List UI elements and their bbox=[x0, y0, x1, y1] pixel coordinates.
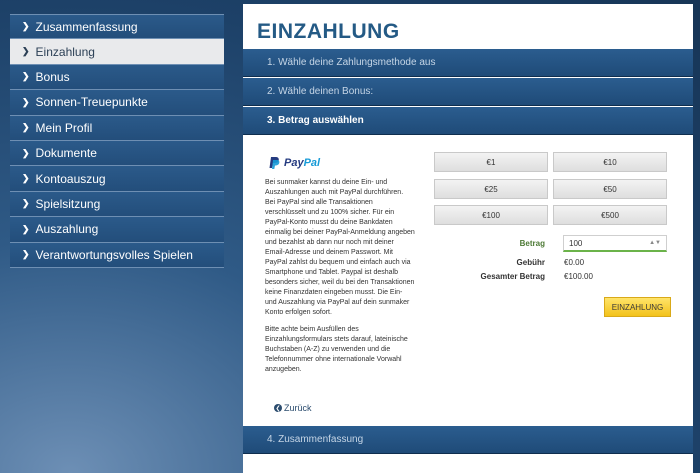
chevron-right-icon: ❯ bbox=[22, 21, 30, 32]
step-label: 4. Zusammenfassung bbox=[267, 434, 364, 445]
sidebar-item-label: Mein Profil bbox=[35, 120, 93, 135]
page-title: EINZAHLUNG bbox=[257, 20, 400, 43]
sidebar-item-dokumente[interactable]: ❯ Dokumente bbox=[10, 140, 224, 167]
chevron-right-icon: ❯ bbox=[22, 71, 30, 82]
amount-button-500[interactable]: €500 bbox=[553, 205, 667, 225]
betrag-value: 100 bbox=[569, 238, 583, 248]
sidebar-item-label: Zusammenfassung bbox=[35, 19, 138, 34]
step-3-amount[interactable]: 3. Betrag auswählen bbox=[243, 107, 693, 135]
sidebar-item-label: Dokumente bbox=[35, 146, 97, 161]
stepper-icon[interactable]: ▲▼ bbox=[649, 240, 661, 246]
sidebar-item-einzahlung[interactable]: ❯ Einzahlung bbox=[10, 39, 224, 65]
sidebar-item-label: Auszahlung bbox=[35, 222, 99, 237]
step-1-payment-method[interactable]: 1. Wähle deine Zahlungsmethode aus bbox=[243, 49, 693, 77]
gebuehr-value: €0.00 bbox=[564, 258, 585, 267]
sidebar-item-label: Spielsitzung bbox=[35, 196, 101, 211]
gebuehr-label: Gebühr bbox=[516, 258, 545, 267]
step-2-bonus[interactable]: 2. Wähle deinen Bonus: bbox=[243, 78, 693, 106]
sidebar-item-mein-profil[interactable]: ❯ Mein Profil bbox=[10, 115, 224, 141]
amount-button-50[interactable]: €50 bbox=[553, 179, 667, 199]
paypal-logo-pay: Pay bbox=[284, 157, 304, 169]
paypal-logo: Pay Pal bbox=[269, 157, 320, 169]
sidebar-item-verantwortungsvolles-spielen[interactable]: ❯ Verantwortungsvolles Spielen bbox=[10, 242, 224, 268]
paypal-icon bbox=[269, 157, 280, 169]
sidebar-item-kontoauszug[interactable]: ❯ Kontoauszug bbox=[10, 166, 224, 192]
chevron-right-icon: ❯ bbox=[22, 122, 30, 133]
amount-button-10[interactable]: €10 bbox=[553, 152, 667, 172]
chevron-right-icon: ❯ bbox=[22, 249, 30, 260]
paypal-description: Bei sunmaker kannst du deine Ein- und Au… bbox=[265, 178, 415, 375]
back-label: Zurück bbox=[284, 403, 312, 413]
sidebar-item-label: Einzahlung bbox=[35, 44, 95, 59]
step-4-summary[interactable]: 4. Zusammenfassung bbox=[243, 426, 693, 454]
sidebar-item-zusammenfassung[interactable]: ❯ Zusammenfassung bbox=[10, 14, 224, 40]
sidebar-item-auszahlung[interactable]: ❯ Auszahlung bbox=[10, 217, 224, 243]
sidebar-nav: ❯ Zusammenfassung ❯ Einzahlung ❯ Bonus ❯… bbox=[10, 14, 224, 268]
gesamt-label: Gesamter Betrag bbox=[480, 272, 545, 281]
step-label: 2. Wähle deinen Bonus: bbox=[267, 86, 374, 97]
sidebar-item-bonus[interactable]: ❯ Bonus bbox=[10, 64, 224, 91]
chevron-right-icon: ❯ bbox=[22, 198, 30, 209]
amount-button-25[interactable]: €25 bbox=[434, 179, 548, 199]
sidebar-item-label: Verantwortungsvolles Spielen bbox=[35, 247, 193, 262]
chevron-right-icon: ❯ bbox=[22, 173, 30, 184]
chevron-right-icon: ❯ bbox=[22, 147, 30, 158]
sidebar-item-label: Kontoauszug bbox=[35, 171, 106, 186]
chevron-left-icon: ❮ bbox=[274, 404, 282, 412]
amount-button-1[interactable]: €1 bbox=[434, 152, 548, 172]
einzahlung-submit-button[interactable]: EINZAHLUNG bbox=[604, 297, 671, 317]
step-label: 1. Wähle deine Zahlungsmethode aus bbox=[267, 57, 436, 68]
back-link[interactable]: ❮ Zurück bbox=[274, 403, 312, 413]
sidebar-item-label: Bonus bbox=[35, 69, 70, 84]
sidebar-item-spielsitzung[interactable]: ❯ Spielsitzung bbox=[10, 191, 224, 218]
sidebar-item-sonnen-treuepunkte[interactable]: ❯ Sonnen-Treuepunkte bbox=[10, 90, 224, 116]
step-label: 3. Betrag auswählen bbox=[267, 115, 364, 126]
amount-button-100[interactable]: €100 bbox=[434, 205, 548, 225]
sidebar-item-label: Sonnen-Treuepunkte bbox=[35, 95, 148, 110]
betrag-input[interactable]: 100 ▲▼ bbox=[563, 235, 667, 252]
paypal-logo-pal: Pal bbox=[303, 157, 321, 169]
deposit-panel: EINZAHLUNG 1. Wähle deine Zahlungsmethod… bbox=[243, 4, 693, 473]
gesamt-value: €100.00 bbox=[564, 272, 593, 281]
betrag-label: Betrag bbox=[519, 239, 545, 248]
chevron-right-icon: ❯ bbox=[22, 96, 30, 107]
paypal-description-text: Bei sunmaker kannst du deine Ein- und Au… bbox=[265, 179, 415, 316]
chevron-right-icon: ❯ bbox=[22, 223, 30, 234]
chevron-right-icon: ❯ bbox=[22, 46, 30, 57]
paypal-notice-text: Bitte achte beim Ausfüllen des Einzahlun… bbox=[265, 326, 408, 373]
